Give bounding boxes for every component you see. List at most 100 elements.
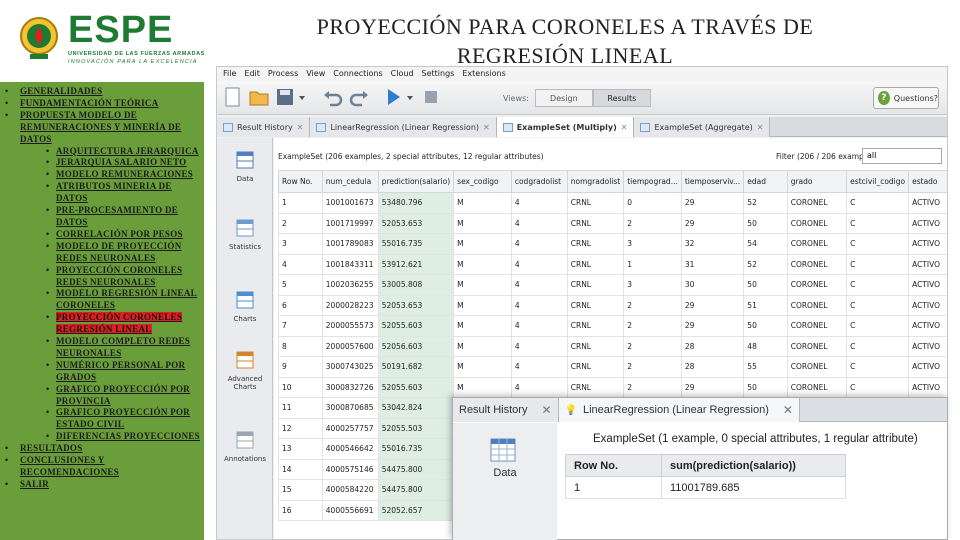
popup-column-header[interactable]: sum(prediction(salario)) — [661, 454, 846, 477]
table-cell: 14 — [278, 458, 323, 480]
save-dropdown-icon[interactable] — [297, 86, 307, 108]
sidebar-item-charts[interactable]: Charts — [217, 290, 273, 323]
table-cell: 4000556691 — [321, 499, 379, 521]
outline-item[interactable]: PROPUESTA MODELO DE REMUNERACIONES Y MIN… — [4, 110, 202, 146]
column-header[interactable]: tiempograd... — [623, 170, 682, 193]
outline-item[interactable]: PROYECCIÓN CORONELES REGRESIÓN LINEAL — [4, 312, 202, 336]
table-row[interactable]: 4 1001843311 53912.621 M 4 CRNL 1 31 52 CORONEL C A… — [278, 253, 947, 275]
close-icon[interactable]: ✕ — [621, 123, 628, 132]
menu-item-settings[interactable]: Settings — [422, 69, 455, 79]
popup-data-label[interactable]: Data — [453, 467, 557, 479]
outline-item[interactable]: PRE-PROCESAMIENTO DE DATOS — [4, 205, 202, 229]
table-cell: 4 — [510, 335, 568, 357]
outline-item[interactable]: MODELO REMUNERACIONES — [4, 169, 202, 181]
table-cell: 4 — [510, 192, 568, 214]
table-cell: C — [846, 253, 910, 275]
redo-icon[interactable] — [347, 86, 371, 108]
table-cell: CORONEL — [786, 233, 848, 255]
table-row[interactable]: 1 1001001673 53480.796 M 4 CRNL 0 29 52 CORONEL C A… — [278, 192, 947, 214]
outline-item[interactable]: ATRIBUTOS MINERIA DE DATOS — [4, 181, 202, 205]
table-cell: 11 — [278, 397, 323, 419]
column-header[interactable]: estado — [908, 170, 947, 193]
popup-table-row[interactable]: 1 11001789.685 — [565, 476, 846, 499]
outline-item[interactable]: MODELO REGRESIÓN LINEAL CORONELES — [4, 288, 202, 312]
table-row[interactable]: 6 2000028223 52053.653 M 4 CRNL 2 29 51 CORONEL C A… — [278, 294, 947, 316]
sidebar-item-advanced-charts[interactable]: Advanced Charts — [217, 350, 273, 391]
column-header[interactable]: Row No. — [278, 170, 323, 193]
outline-item[interactable]: GRAFICO PROYECCIÓN POR PROVINCIA — [4, 384, 202, 408]
menu-item-edit[interactable]: Edit — [244, 69, 260, 79]
outline-item[interactable]: GENERALIDADES — [4, 86, 202, 98]
result-tab[interactable]: ExampleSet (Aggregate) ✕ — [634, 117, 771, 137]
filter-select[interactable]: all — [862, 148, 942, 164]
table-row[interactable]: 3 1001789083 55016.735 M 4 CRNL 3 32 54 CORONEL C A… — [278, 233, 947, 255]
menu-item-file[interactable]: File — [223, 69, 236, 79]
outline-item[interactable]: CORRELACIÓN POR PESOS — [4, 229, 202, 241]
close-icon[interactable]: ✕ — [297, 123, 304, 132]
stop-icon[interactable] — [419, 86, 443, 108]
close-icon[interactable]: ✕ — [757, 123, 764, 132]
column-header[interactable]: prediction(salario) — [377, 170, 455, 193]
close-icon[interactable]: ✕ — [483, 123, 490, 132]
table-row[interactable]: 5 1002036255 53005.808 M 4 CRNL 3 30 50 CORONEL C A… — [278, 274, 947, 296]
menu-item-connections[interactable]: Connections — [333, 69, 382, 79]
table-cell: C — [846, 212, 910, 234]
outline-item[interactable]: FUNDAMENTACIÓN TEÓRICA — [4, 98, 202, 110]
design-view-button[interactable]: Design — [534, 89, 593, 107]
table-row[interactable]: 9 3000743025 50191.682 M 4 CRNL 2 28 55 CORONEL C A… — [278, 356, 947, 378]
open-folder-icon[interactable] — [247, 86, 271, 108]
column-header[interactable]: estcivil_codigo — [846, 170, 910, 193]
table-cell: 9 — [278, 356, 323, 378]
results-view-button[interactable]: Results — [592, 89, 651, 107]
sidebar-item-annotations[interactable]: Annotations — [217, 430, 273, 463]
column-header[interactable]: tiemposerviv... — [680, 170, 745, 193]
new-file-icon[interactable] — [221, 86, 245, 108]
data-table-icon[interactable] — [489, 437, 517, 463]
outline-item[interactable]: ARQUITECTURA JERARQUICA — [4, 146, 202, 158]
column-header[interactable]: grado — [786, 170, 848, 193]
menu-item-view[interactable]: View — [306, 69, 325, 79]
column-header[interactable]: edad — [743, 170, 788, 193]
run-icon[interactable] — [381, 86, 405, 108]
table-cell: 3 — [278, 233, 323, 255]
outline-item[interactable]: DIFERENCIAS PROYECCIONES — [4, 431, 202, 443]
outline-item[interactable]: MODELO COMPLETO REDES NEURONALES — [4, 336, 202, 360]
popup-tab[interactable]: 💡 LinearRegression (Linear Regression) ✕ — [558, 398, 800, 422]
close-icon[interactable]: ✕ — [541, 403, 551, 417]
close-icon[interactable]: ✕ — [783, 403, 793, 417]
popup-column-header[interactable]: Row No. — [565, 454, 662, 477]
menu-item-process[interactable]: Process — [268, 69, 298, 79]
outline-item[interactable]: RESULTADOS — [4, 443, 202, 455]
column-header[interactable]: sex_codigo — [453, 170, 512, 193]
outline-item[interactable]: SALIR — [4, 479, 202, 491]
table-row[interactable]: 8 2000057600 52056.603 M 4 CRNL 2 28 48 CORONEL C A… — [278, 335, 947, 357]
result-tab[interactable]: ExampleSet (Multiply) ✕ — [496, 117, 635, 137]
outline-item[interactable]: JERARQUIA SALARIO NETO — [4, 157, 202, 169]
outline-item[interactable]: CONCLUSIONES Y RECOMENDACIONES — [4, 455, 202, 479]
outline-item[interactable]: PROYECCIÓN CORONELES REDES NEURONALES — [4, 265, 202, 289]
table-row[interactable]: 2 1001719997 52053.653 M 4 CRNL 2 29 50 CORONEL C A… — [278, 212, 947, 234]
popup-tab[interactable]: Result History ✕ — [453, 398, 559, 422]
questions-button[interactable]: ? Questions? — [873, 87, 939, 109]
result-tab[interactable]: Result History ✕ — [217, 117, 311, 137]
outline-item[interactable]: GRAFICO PROYECCIÓN POR ESTADO CIVIL — [4, 407, 202, 431]
undo-icon[interactable] — [321, 86, 345, 108]
menu-bar: File Edit Process View Connections Cloud Setti… — [217, 67, 947, 81]
result-tab[interactable]: LinearRegression (Linear Regression) ✕ — [310, 117, 497, 137]
table-cell: ACTIVO — [908, 192, 947, 214]
sidebar-item-data[interactable]: Data — [217, 150, 273, 183]
save-icon[interactable] — [273, 86, 297, 108]
menu-item-cloud[interactable]: Cloud — [391, 69, 414, 79]
column-header[interactable]: codgradolist — [510, 170, 568, 193]
table-row[interactable]: 7 2000055573 52055.603 M 4 CRNL 2 29 50 CORONEL C A… — [278, 315, 947, 337]
column-header[interactable]: nomgradolist — [566, 170, 625, 193]
sidebar-item-statistics[interactable]: Statistics — [217, 218, 273, 251]
column-header[interactable]: num_cedula — [321, 170, 379, 193]
result-tabs: Result History ✕ LinearRegression (Linear … — [217, 117, 947, 137]
table-cell: 3 — [623, 233, 682, 255]
outline-item[interactable]: MODELO DE PROYECCIÓN REDES NEURONALES — [4, 241, 202, 265]
table-row[interactable]: 10 3000832726 52055.603 M 4 CRNL 2 29 50 CORONEL C… — [278, 376, 947, 398]
run-dropdown-icon[interactable] — [405, 86, 415, 108]
outline-item[interactable]: NUMÉRICO PERSONAL POR GRADOS — [4, 360, 202, 384]
menu-item-extensions[interactable]: Extensions — [462, 69, 505, 79]
